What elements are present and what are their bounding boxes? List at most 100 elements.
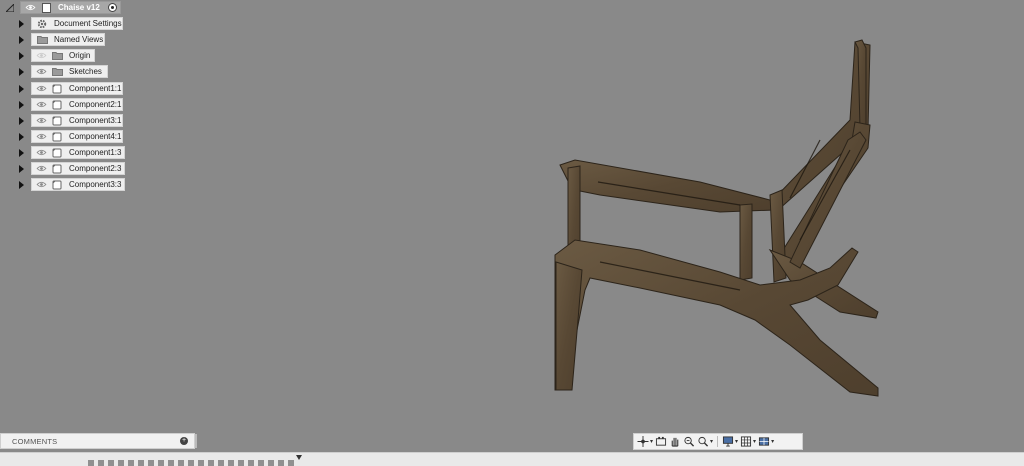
comments-panel[interactable]: COMMENTS + [0, 433, 195, 449]
add-comment-icon[interactable]: + [180, 437, 188, 445]
expand-arrow-icon[interactable] [19, 20, 24, 28]
expand-arrow-icon[interactable] [19, 165, 24, 173]
expand-arrow-icon[interactable] [19, 68, 24, 76]
tree-root-row: Chaise v12 [0, 1, 200, 15]
visibility-eye-icon[interactable] [35, 181, 47, 189]
visibility-eye-icon[interactable] [35, 117, 47, 125]
visibility-eye-icon[interactable] [35, 133, 47, 141]
folder-icon [36, 35, 48, 45]
timeline-bar[interactable] [0, 452, 1024, 466]
tree-node-label: Component4:1 [69, 132, 122, 141]
visibility-eye-icon[interactable] [35, 101, 47, 109]
fit-button[interactable]: ▾ [697, 435, 713, 448]
tree-node-label: Component3:1 [69, 116, 122, 125]
folder-icon [51, 51, 63, 61]
tree-node-component[interactable]: Component4:1 [31, 130, 123, 143]
dropdown-caret-icon: ▾ [753, 439, 757, 445]
visibility-eye-icon[interactable] [35, 165, 47, 173]
dropdown-caret-icon: ▾ [771, 439, 775, 445]
grid-settings-button[interactable]: ▾ [740, 435, 756, 448]
orbit-tool-button[interactable]: ▾ [637, 435, 653, 448]
hand-icon [671, 437, 679, 447]
visibility-eye-off-icon[interactable] [35, 52, 47, 60]
component-icon [51, 164, 63, 174]
dropdown-caret-icon: ▾ [650, 439, 654, 445]
tree-node-component[interactable]: Component2:3 [31, 162, 125, 175]
tree-item: Component3:1 [0, 114, 200, 128]
expand-arrow-icon[interactable] [19, 52, 24, 60]
tree-node-component[interactable]: Component3:1 [31, 114, 123, 127]
tree-item: Sketches [0, 65, 200, 79]
viewports-icon [759, 437, 770, 446]
visibility-eye-icon[interactable] [35, 149, 47, 157]
tree-root-node[interactable]: Chaise v12 [20, 1, 121, 14]
tree-node-label: Named Views [54, 35, 104, 44]
display-settings-button[interactable]: ▾ [722, 435, 738, 448]
chair-model[interactable] [540, 30, 890, 400]
tree-node-component[interactable]: Component3:3 [31, 178, 125, 191]
collapse-triangle-icon[interactable] [4, 2, 15, 13]
tree-item: Component3:3 [0, 178, 200, 192]
expand-arrow-icon[interactable] [19, 149, 24, 157]
visibility-eye-icon[interactable] [24, 4, 36, 12]
dropdown-caret-icon: ▾ [710, 439, 714, 445]
tree-node-sketches[interactable]: Sketches [31, 65, 108, 78]
tree-node-label: Component2:3 [69, 164, 122, 173]
look-at-icon [655, 436, 667, 446]
tree-node-document-settings[interactable]: Document Settings [31, 17, 123, 30]
document-title: Chaise v12 [58, 3, 100, 12]
tree-node-label: Component1:3 [69, 148, 122, 157]
zoom-icon [684, 436, 695, 447]
tree-item: Document Settings [0, 17, 200, 31]
timeline-marker-icon[interactable] [296, 455, 302, 460]
tree-node-named-views[interactable]: Named Views [31, 33, 105, 46]
tree-node-label: Component1:1 [69, 84, 122, 93]
look-at-button[interactable] [655, 435, 667, 448]
expand-arrow-icon[interactable] [19, 117, 24, 125]
gear-icon [36, 19, 48, 29]
document-icon [40, 2, 52, 13]
tree-node-label: Sketches [69, 67, 102, 76]
visibility-eye-icon[interactable] [35, 85, 47, 93]
expand-arrow-icon[interactable] [19, 133, 24, 141]
tree-node-component[interactable]: Component2:1 [31, 98, 123, 111]
comments-label: COMMENTS [12, 436, 58, 446]
component-icon [51, 84, 63, 94]
expand-arrow-icon[interactable] [19, 181, 24, 189]
tree-item: Origin [0, 49, 200, 63]
active-radio-icon[interactable] [108, 3, 117, 12]
component-icon [51, 148, 63, 158]
expand-arrow-icon[interactable] [19, 101, 24, 109]
tree-node-component[interactable]: Component1:1 [31, 82, 123, 95]
zoom-button[interactable] [683, 435, 695, 448]
tree-item: Component1:1 [0, 82, 200, 96]
grid-icon [741, 436, 752, 447]
expand-arrow-icon[interactable] [19, 36, 24, 44]
navigation-toolbar: ▾ ▾ ▾ ▾ ▾ [633, 433, 803, 450]
timeline-features[interactable] [88, 460, 298, 466]
component-icon [51, 180, 63, 190]
monitor-icon [722, 436, 734, 447]
tree-node-origin[interactable]: Origin [31, 49, 95, 62]
viewports-button[interactable]: ▾ [758, 435, 774, 448]
tree-item: Component4:1 [0, 130, 200, 144]
toolbar-separator [717, 436, 719, 447]
tree-item: Named Views [0, 33, 200, 47]
component-icon [51, 116, 63, 126]
tree-item: Component2:3 [0, 162, 200, 176]
component-icon [51, 100, 63, 110]
visibility-eye-icon[interactable] [35, 68, 47, 76]
zoom-window-icon [698, 436, 709, 447]
dropdown-caret-icon: ▾ [735, 439, 739, 445]
pan-button[interactable] [669, 435, 681, 448]
component-icon [51, 132, 63, 142]
tree-item: Component1:3 [0, 146, 200, 160]
expand-arrow-icon[interactable] [19, 85, 24, 93]
tree-node-label: Document Settings [54, 19, 122, 28]
panel-divider-handle[interactable] [195, 434, 197, 448]
tree-item: Component2:1 [0, 98, 200, 112]
tree-node-label: Component2:1 [69, 100, 122, 109]
tree-node-label: Component3:3 [69, 180, 122, 189]
tree-node-component[interactable]: Component1:3 [31, 146, 125, 159]
orbit-icon [637, 436, 649, 447]
